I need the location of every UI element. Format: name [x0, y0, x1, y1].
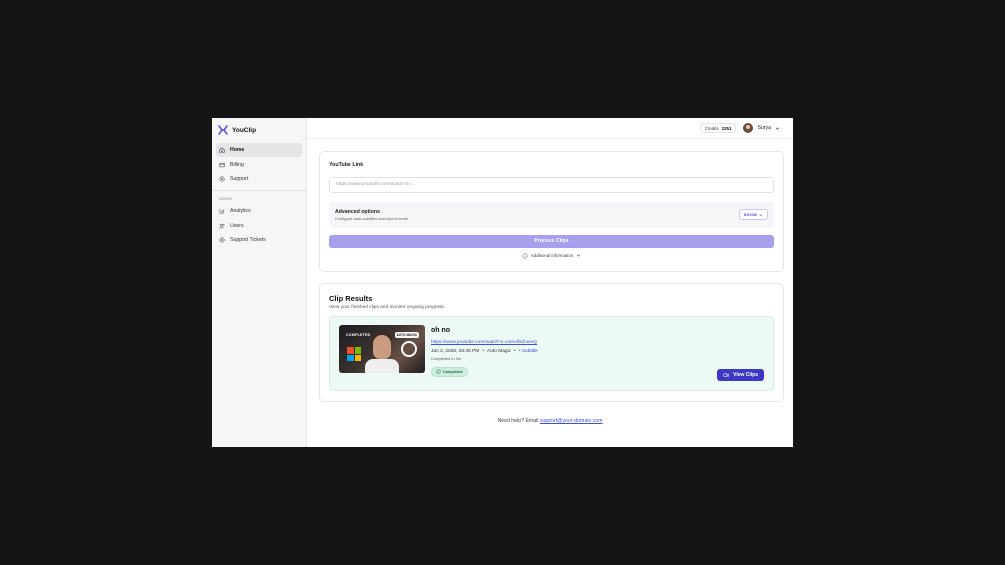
chevron-down-icon: [576, 254, 581, 257]
advanced-options-subtitle: Configure auto-subtitles and layout mode…: [335, 215, 410, 221]
support-email-link[interactable]: support@your-domain.com: [540, 418, 603, 424]
additional-information-label: Additional information: [530, 253, 574, 258]
youtube-link-input[interactable]: [329, 176, 774, 193]
lifebuoy-icon: [219, 237, 225, 243]
brand[interactable]: YouClip: [216, 125, 302, 135]
subtitle-flag-label: Subtitle: [521, 348, 538, 354]
advanced-options-title: Advanced options: [335, 208, 380, 215]
view-clips-button[interactable]: View Clips: [717, 369, 764, 381]
sidebar-item-support-tickets[interactable]: Support Tickets: [216, 233, 302, 247]
clip-item: COMPLETED AUTO MAGIC oh no https://www.y…: [329, 316, 774, 391]
info-icon: [522, 252, 528, 259]
clip-meta: Jan 2, 2026, 03:35 PM • Auto Magic • • S…: [431, 348, 764, 354]
video-icon: [723, 373, 729, 377]
sidebar-item-label: Billing: [230, 161, 244, 168]
advanced-options: Advanced options Configure auto-subtitle…: [329, 201, 774, 228]
avatar: [743, 123, 754, 133]
clip-mode: Auto Magic: [487, 348, 512, 354]
sidebar-item-home[interactable]: Home: [216, 143, 302, 157]
help-text: Need help? Email: [497, 418, 539, 424]
thumbnail-badge-icon: [401, 341, 417, 357]
topbar: Credits 2251 Surya: [307, 118, 793, 139]
users-icon: [219, 223, 225, 229]
credits-label: Credits: [704, 125, 719, 131]
bar-chart-icon: [219, 209, 225, 214]
brand-name: YouClip: [232, 126, 257, 134]
credit-card-icon: [219, 162, 225, 167]
chevron-down-icon: [759, 213, 763, 216]
windows-logo-icon: [347, 347, 361, 361]
thumbnail-text-right: AUTO MAGIC: [394, 332, 419, 338]
main-content: Credits 2251 Surya YouTube Link Advanced…: [307, 118, 793, 447]
clip-results-card: Clip Results View your finished clips an…: [319, 283, 784, 402]
sidebar-item-label: Support: [230, 176, 249, 183]
admin-section-label: ADMIN: [219, 197, 233, 202]
meta-separator: •: [514, 348, 516, 354]
sidebar-item-label: Analytics: [230, 208, 251, 215]
thumbnail-text-left: COMPLETED: [346, 333, 371, 337]
credits-value: 2251: [721, 125, 732, 131]
user-name: Surya: [757, 125, 771, 131]
thumbnail-shirt: [365, 359, 399, 373]
clip-results-subtitle: View your finished clips and monitor ong…: [329, 305, 446, 310]
meta-separator: •: [482, 348, 485, 354]
user-menu[interactable]: Surya: [743, 123, 780, 133]
sidebar-item-analytics[interactable]: Analytics: [216, 204, 302, 218]
clip-title: oh no: [431, 327, 451, 334]
status-label: Completed: [443, 369, 463, 374]
sidebar-item-billing[interactable]: Billing: [216, 158, 302, 172]
status-badge: Completed: [431, 366, 468, 377]
sidebar-divider: [212, 190, 306, 192]
thumbnail-face: [373, 335, 391, 359]
show-label: SHOW: [743, 212, 757, 217]
clip-subtitle-flag: • Subtitle: [518, 348, 538, 354]
youclip-logo-icon: [218, 125, 228, 135]
show-advanced-button[interactable]: SHOW: [738, 209, 768, 220]
check-circle-icon: [436, 369, 441, 374]
advanced-options-text: Advanced options Configure auto-subtitle…: [335, 209, 409, 221]
sidebar: YouClip Home Billing Support ADMIN Analy…: [212, 118, 307, 447]
view-clips-label: View Clips: [733, 372, 758, 378]
additional-information-toggle[interactable]: Additional information: [329, 252, 774, 259]
home-icon: [219, 147, 225, 153]
credits-badge: Credits 2251: [699, 123, 737, 133]
sidebar-item-label: Support Tickets: [230, 237, 266, 244]
app-window: YouClip Home Billing Support ADMIN Analy…: [212, 118, 793, 447]
lifebuoy-icon: [219, 176, 225, 182]
clip-date: Jan 2, 2026, 03:35 PM: [431, 348, 480, 354]
sidebar-item-support[interactable]: Support: [216, 172, 302, 186]
chevron-down-icon: [775, 127, 780, 130]
sidebar-item-label: Home: [230, 147, 245, 153]
clip-source-link[interactable]: https://www.youtube.com/watch?v=vZeohkGu…: [431, 340, 764, 345]
youtube-link-label: YouTube Link: [329, 162, 364, 168]
clip-thumbnail[interactable]: COMPLETED AUTO MAGIC: [339, 325, 425, 373]
clip-completed-in: Completed in 3m: [431, 356, 462, 361]
help-footer: Need help? Email support@your-domain.com: [307, 418, 793, 424]
process-card: YouTube Link Advanced options Configure …: [319, 151, 784, 272]
sidebar-item-label: Users: [230, 222, 244, 229]
clip-info: oh no https://www.youtube.com/watch?v=vZ…: [431, 325, 764, 382]
clip-results-title: Clip Results: [329, 294, 373, 303]
sidebar-item-users[interactable]: Users: [216, 219, 302, 233]
process-clips-button[interactable]: Process Clips: [329, 234, 774, 248]
